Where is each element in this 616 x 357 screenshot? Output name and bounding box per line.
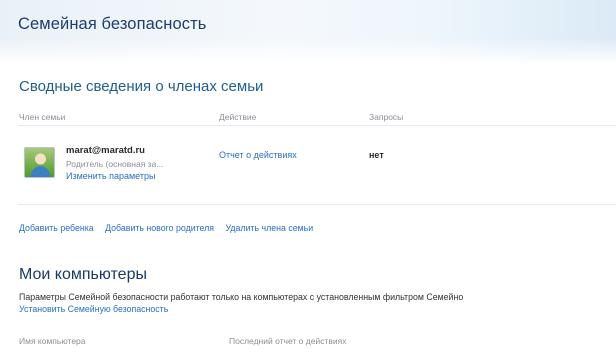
computers-info-text: Параметры Семейной безопасности работают… — [19, 292, 464, 302]
column-header-computer-name: Имя компьютера — [19, 336, 86, 346]
column-header-member: Член семьи — [19, 112, 66, 122]
column-header-requests: Запросы — [369, 112, 404, 122]
avatar — [24, 147, 55, 178]
install-family-safety-link[interactable]: Установить Семейную безопасность — [19, 304, 168, 314]
member-role: Родитель (основная за... — [66, 159, 164, 169]
member-actions: Добавить ребенка Добавить нового родител… — [19, 223, 322, 233]
members-header-divider — [18, 125, 616, 126]
header-fade — [0, 38, 616, 64]
remove-member-link[interactable]: Удалить члена семьи — [226, 223, 314, 233]
add-child-link[interactable]: Добавить ребенка — [19, 223, 94, 233]
my-computers-title: Мои компьютеры — [19, 266, 147, 283]
edit-settings-link[interactable]: Изменить параметры — [66, 171, 155, 181]
members-row-divider — [18, 204, 616, 205]
activity-report-link[interactable]: Отчет о действиях — [219, 150, 297, 160]
column-header-action: Действие — [219, 112, 257, 122]
page-title: Семейная безопасность — [18, 15, 207, 33]
add-parent-link[interactable]: Добавить нового родителя — [105, 223, 214, 233]
column-header-last-report: Последний отчет о действиях — [229, 336, 347, 346]
member-requests-value: нет — [369, 150, 384, 160]
member-email: marat@maratd.ru — [66, 145, 145, 156]
user-icon — [30, 153, 51, 177]
members-summary-title: Сводные сведения о членах семьи — [19, 78, 264, 95]
